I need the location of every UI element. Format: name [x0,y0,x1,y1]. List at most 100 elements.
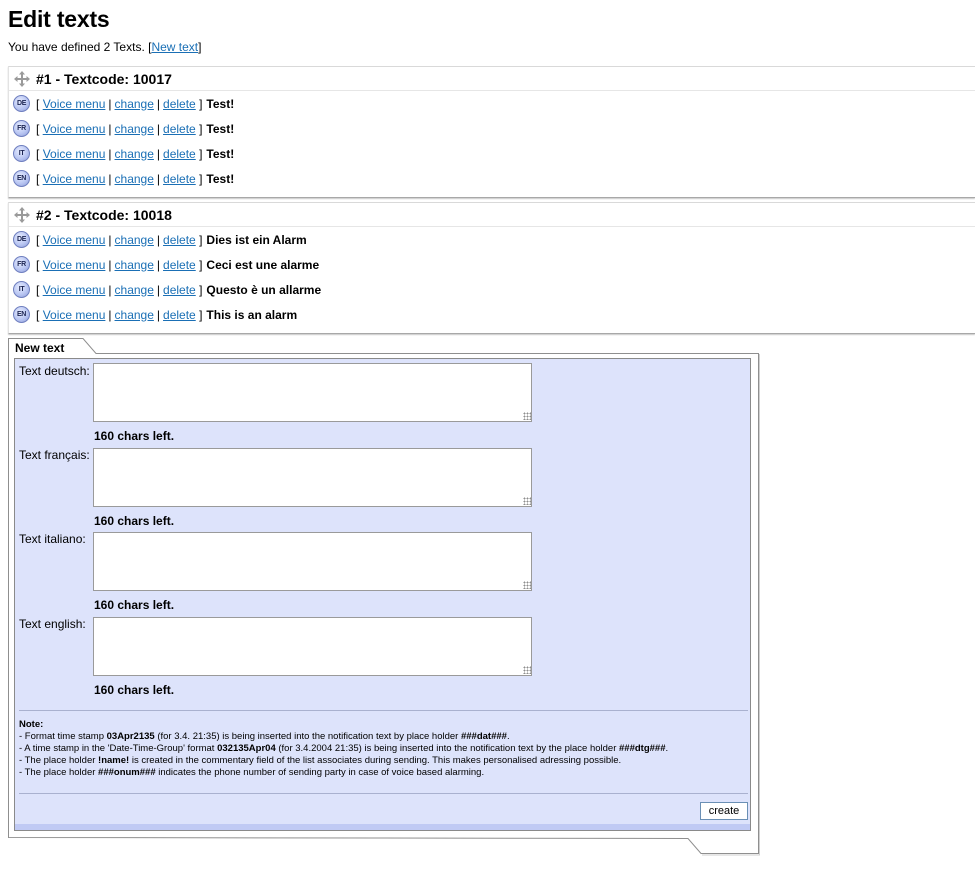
bracket-close: ] [199,232,203,247]
bracket-close: ] [199,121,203,136]
resize-grip-icon[interactable] [523,497,531,505]
voice-menu-link[interactable]: Voice menu [43,122,106,136]
separator: | [156,171,161,186]
text-value: Questo è un allarme [206,282,322,297]
chars-left-italiano: 160 chars left. [94,598,175,612]
separator: | [108,171,112,186]
chars-left-francais: 160 chars left. [94,514,175,528]
change-link[interactable]: change [115,147,154,161]
change-link[interactable]: change [115,233,154,247]
bracket-open: [ [36,282,40,297]
change-link[interactable]: change [115,283,154,297]
page: Edit texts You have defined 2 Texts. [Ne… [0,0,975,870]
bracket-open: [ [36,171,40,186]
form-footer-strip [15,824,750,830]
create-button[interactable]: create [700,802,748,820]
delete-link[interactable]: delete [163,172,196,186]
bracket-close: ] [199,307,203,322]
voice-menu-link[interactable]: Voice menu [43,172,106,186]
voice-menu-link[interactable]: Voice menu [43,283,106,297]
voice-menu-link[interactable]: Voice menu [43,258,106,272]
separator: | [156,121,161,136]
separator: | [156,232,161,247]
intro-line: You have defined 2 Texts. [New text] [8,40,201,54]
delete-link[interactable]: delete [163,258,196,272]
delete-link[interactable]: delete [163,147,196,161]
text-english-input[interactable] [93,617,532,676]
text-francais-input[interactable] [93,448,532,507]
change-link[interactable]: change [115,97,154,111]
bracket-open: [ [36,96,40,111]
separator: | [108,232,112,247]
delete-link[interactable]: delete [163,308,196,322]
language-badge-icon: EN [13,170,30,187]
language-badge-icon: EN [13,306,30,323]
separator: | [108,257,112,272]
bracket-open: [ [36,146,40,161]
resize-grip-icon[interactable] [523,666,531,674]
separator: | [108,282,112,297]
text-row: DE [ Voice menu | change | delete ] Test! [9,91,975,116]
text-block-header[interactable]: #2 - Textcode: 10018 [9,203,975,227]
bracket-open: [ [36,232,40,247]
text-value: Ceci est une alarme [206,257,320,272]
bracket-close: ] [199,171,203,186]
note-block: Note: - Format time stamp 03Apr2135 (for… [19,719,749,779]
delete-link[interactable]: delete [163,122,196,136]
text-block-header[interactable]: #1 - Textcode: 10017 [9,67,975,91]
language-badge-icon: FR [13,120,30,137]
field-label-francais: Text français: [19,448,90,462]
move-arrows-icon[interactable] [14,70,30,87]
new-text-form: Text deutsch: 160 chars left. Text franç… [14,358,751,831]
change-link[interactable]: change [115,122,154,136]
separator: | [156,146,161,161]
text-row: IT [ Voice menu | change | delete ] Questo è… [9,277,975,302]
separator: | [108,146,112,161]
text-value: This is an alarm [206,307,298,322]
new-text-tab-label[interactable]: New text [15,341,64,355]
divider [19,793,748,794]
chars-left-english: 160 chars left. [94,683,175,697]
language-badge-icon: IT [13,281,30,298]
voice-menu-link[interactable]: Voice menu [43,147,106,161]
voice-menu-link[interactable]: Voice menu [43,233,106,247]
separator: | [156,282,161,297]
voice-menu-link[interactable]: Voice menu [43,97,106,111]
change-link[interactable]: change [115,172,154,186]
bracket-open: [ [36,257,40,272]
text-italiano-input[interactable] [93,532,532,591]
separator: | [156,96,161,111]
bracket-close: ] [199,146,203,161]
voice-menu-link[interactable]: Voice menu [43,308,106,322]
text-row: DE [ Voice menu | change | delete ] Dies ist… [9,227,975,252]
separator: | [156,307,161,322]
change-link[interactable]: change [115,258,154,272]
separator: | [108,307,112,322]
delete-link[interactable]: delete [163,283,196,297]
note-line: - Format time stamp 03Apr2135 (for 3.4. … [19,731,510,742]
resize-grip-icon[interactable] [523,581,531,589]
note-line: - A time stamp in the 'Date-Time-Group' … [19,743,669,754]
text-row: FR [ Voice menu | change | delete ] Ceci est… [9,252,975,277]
change-link[interactable]: change [115,308,154,322]
language-badge-icon: DE [13,231,30,248]
text-deutsch-input[interactable] [93,363,532,422]
intro-suffix: ] [198,40,202,54]
language-badge-icon: IT [13,145,30,162]
text-block-title: #2 - Textcode: 10018 [36,206,172,223]
move-arrows-icon[interactable] [14,206,30,223]
text-block-1: #1 - Textcode: 10017 DE [ Voice menu | cha… [8,66,975,198]
resize-grip-icon[interactable] [523,412,531,420]
delete-link[interactable]: delete [163,233,196,247]
separator: | [108,96,112,111]
new-text-link[interactable]: New text [151,40,198,54]
text-value: Test! [206,146,235,161]
text-value: Test! [206,171,235,186]
text-row: FR [ Voice menu | change | delete ] Test! [9,116,975,141]
delete-link[interactable]: delete [163,97,196,111]
separator: | [108,121,112,136]
text-row: IT [ Voice menu | change | delete ] Test! [9,141,975,166]
language-badge-icon: FR [13,256,30,273]
bracket-close: ] [199,257,203,272]
field-label-deutsch: Text deutsch: [19,364,90,378]
